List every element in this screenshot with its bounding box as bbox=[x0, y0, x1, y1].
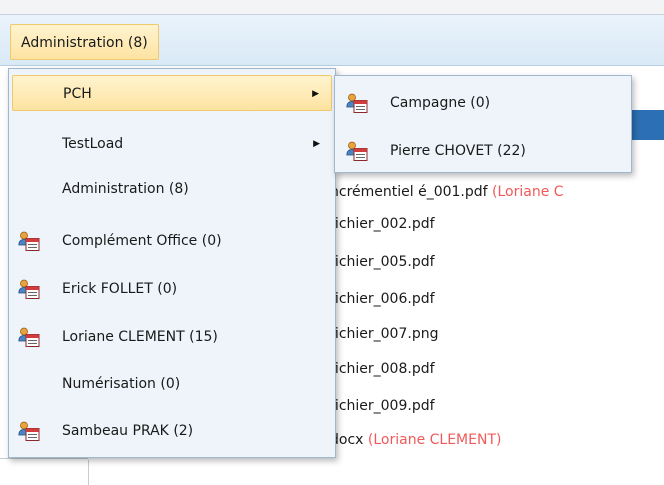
menu-item[interactable]: Loriane CLEMENT (15) bbox=[12, 319, 332, 355]
file-name: fichier_006.pdf bbox=[330, 291, 435, 307]
menu-item-label: Loriane CLEMENT (15) bbox=[62, 329, 218, 345]
submenu-item[interactable]: Pierre CHOVET (22) bbox=[338, 133, 628, 169]
user-calendar-icon bbox=[346, 141, 368, 161]
menu-item[interactable]: PCH ▶ bbox=[12, 75, 332, 111]
file-row[interactable]: fichier_009.pdf bbox=[330, 396, 435, 416]
file-row[interactable]: fichier_002.pdf bbox=[330, 214, 435, 234]
file-row[interactable]: fichier_005.pdf bbox=[330, 252, 435, 272]
file-name: fichier_005.pdf bbox=[330, 254, 435, 270]
menu-item[interactable]: Administration (8) bbox=[12, 171, 332, 207]
user-calendar-icon bbox=[18, 279, 40, 299]
file-name: fichier_002.pdf bbox=[330, 216, 435, 232]
file-name: ncrémentiel é_001.pdf bbox=[330, 184, 488, 200]
menu-item-label: Administration (8) bbox=[62, 181, 189, 197]
user-calendar-icon bbox=[346, 93, 368, 113]
user-calendar-icon bbox=[18, 327, 40, 347]
file-row[interactable]: fichier_008.pdf bbox=[330, 359, 435, 379]
file-owner: (Loriane CLEMENT) bbox=[367, 432, 502, 448]
menu-item[interactable]: Erick FOLLET (0) bbox=[12, 271, 332, 307]
file-row[interactable]: fichier_007.png bbox=[330, 324, 438, 344]
file-owner: (Loriane C bbox=[492, 184, 564, 200]
menu-item-label: Erick FOLLET (0) bbox=[62, 281, 178, 297]
submenu-arrow-icon: ▶ bbox=[313, 139, 320, 149]
divider bbox=[0, 458, 88, 459]
menu-item-label: Sambeau PRAK (2) bbox=[62, 423, 194, 439]
submenu-item-label: Pierre CHOVET (22) bbox=[390, 143, 526, 159]
submenu-item[interactable]: Campagne (0) bbox=[338, 85, 628, 121]
menu-item[interactable]: Numérisation (0) bbox=[12, 366, 332, 402]
file-name: fichier_007.png bbox=[330, 326, 439, 342]
window-top-border bbox=[0, 0, 664, 15]
administration-menu-button[interactable]: Administration (8) bbox=[10, 24, 159, 60]
file-name: fichier_009.pdf bbox=[330, 398, 435, 414]
file-row[interactable]: fichier_006.pdf bbox=[330, 289, 435, 309]
file-row[interactable]: ncrémentiel é_001.pdf (Loriane C bbox=[330, 182, 564, 202]
menu-item-label: Numérisation (0) bbox=[62, 376, 181, 392]
menu-item-label: PCH bbox=[63, 86, 92, 102]
file-row[interactable]: docx (Loriane CLEMENT) bbox=[330, 430, 501, 450]
divider bbox=[88, 460, 89, 485]
menu-item-label: TestLoad bbox=[62, 136, 124, 152]
submenu-item-label: Campagne (0) bbox=[390, 95, 491, 111]
user-calendar-icon bbox=[18, 421, 40, 441]
menu-item[interactable]: Sambeau PRAK (2) bbox=[12, 413, 332, 449]
menu-item[interactable]: Complément Office (0) bbox=[12, 223, 332, 259]
submenu-arrow-icon: ▶ bbox=[312, 89, 319, 99]
user-calendar-icon bbox=[18, 231, 40, 251]
dropdown-menu: PCH ▶ TestLoad ▶ Administration (8) Complémen… bbox=[8, 68, 336, 458]
menu-item[interactable]: TestLoad ▶ bbox=[12, 126, 332, 162]
menu-item-label: Complément Office (0) bbox=[62, 233, 222, 249]
file-name: fichier_008.pdf bbox=[330, 361, 435, 377]
submenu-pch: Campagne (0) Pierre CHOVET (22) bbox=[334, 75, 632, 173]
